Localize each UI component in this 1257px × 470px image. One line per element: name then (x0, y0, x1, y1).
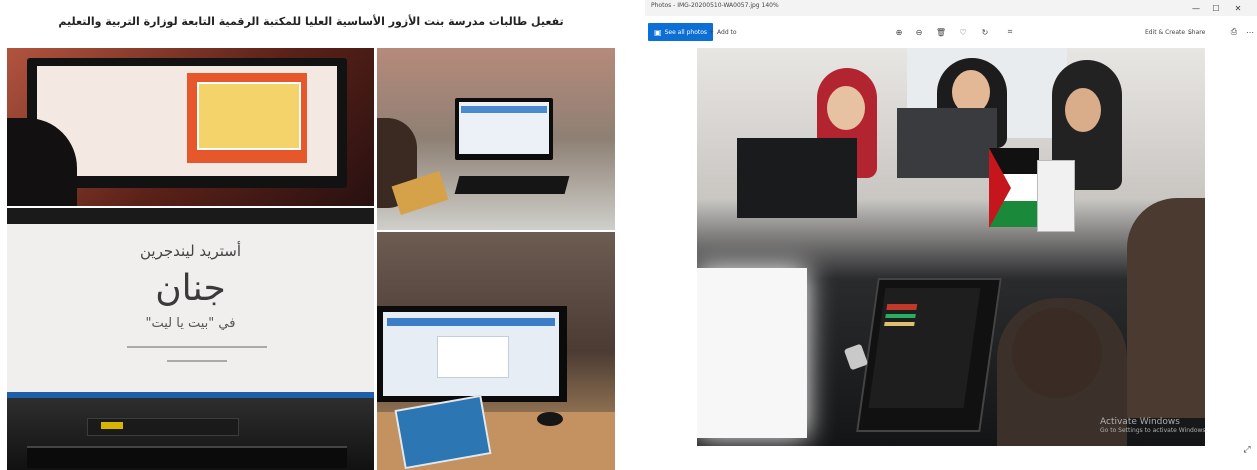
set-top-box-label (101, 422, 123, 429)
ebook-author: أستريد ليندجرين (140, 242, 241, 260)
maximize-icon[interactable]: ☐ (1208, 0, 1224, 16)
photo-ebook-screen: أستريد ليندجرين جنان في "بيت يا ليت" (7, 208, 374, 470)
photo-viewer[interactable] (697, 48, 1205, 446)
add-to-button[interactable]: + Add to (709, 24, 737, 40)
share-button[interactable]: Share (1188, 24, 1205, 40)
photos-icon: ▣ (654, 27, 662, 37)
photo-toolbar: ▣ See all photos + Add to ⊕ ⊖ 🗑 ♡ ↻ ⌗ Ed… (645, 20, 1257, 44)
palestine-flag (989, 148, 1039, 228)
activate-windows-hint: Go to Settings to activate Windows. (1100, 427, 1208, 434)
photo-library-website (377, 232, 615, 470)
document-title: تفعيل طالبات مدرسة بنت الأزور الأساسية ا… (58, 14, 564, 28)
see-all-photos-button[interactable]: ▣ See all photos (648, 23, 714, 41)
favorite-icon[interactable]: ♡ (956, 24, 970, 40)
edit-create-label: Edit & Create (1145, 28, 1186, 36)
edit-create-button[interactable]: Edit & Create ⌄ (1145, 24, 1192, 40)
window-title: Photos - IMG-20200510-WA0057.jpg 140% (651, 2, 779, 9)
delete-icon[interactable]: 🗑 (934, 24, 948, 40)
document-page: تفعيل طالبات مدرسة بنت الأزور الأساسية ا… (0, 0, 622, 470)
ebook-subtitle: في "بيت يا ليت" (145, 316, 236, 331)
minimize-icon[interactable]: — (1188, 0, 1204, 16)
zoom-in-icon[interactable]: ⊕ (892, 24, 906, 40)
photo-classroom-screen (7, 48, 374, 206)
zoom-out-icon[interactable]: ⊖ (912, 24, 926, 40)
see-all-photos-label: See all photos (664, 28, 708, 36)
print-icon[interactable]: ⎙ (1227, 24, 1241, 40)
close-icon[interactable]: ✕ (1230, 0, 1246, 16)
add-icon: + (709, 28, 715, 36)
activate-windows-title: Activate Windows (1100, 417, 1180, 427)
rotate-icon[interactable]: ↻ (978, 24, 992, 40)
title-bar: Photos - IMG-20200510-WA0057.jpg 140% — … (645, 0, 1257, 16)
crop-icon[interactable]: ⌗ (1003, 24, 1017, 40)
activate-windows-watermark: Activate Windows Go to Settings to activ… (1100, 417, 1250, 434)
add-to-label: Add to (717, 28, 737, 36)
ebook-title: جنان (155, 268, 226, 309)
photos-app-window: Photos - IMG-20200510-WA0057.jpg 140% — … (645, 0, 1257, 470)
photo-computer-desk (377, 48, 615, 230)
more-options-icon[interactable]: ⋯ (1243, 24, 1257, 40)
share-label: Share (1188, 28, 1206, 36)
expand-icon[interactable]: ⤢ (1241, 444, 1253, 456)
